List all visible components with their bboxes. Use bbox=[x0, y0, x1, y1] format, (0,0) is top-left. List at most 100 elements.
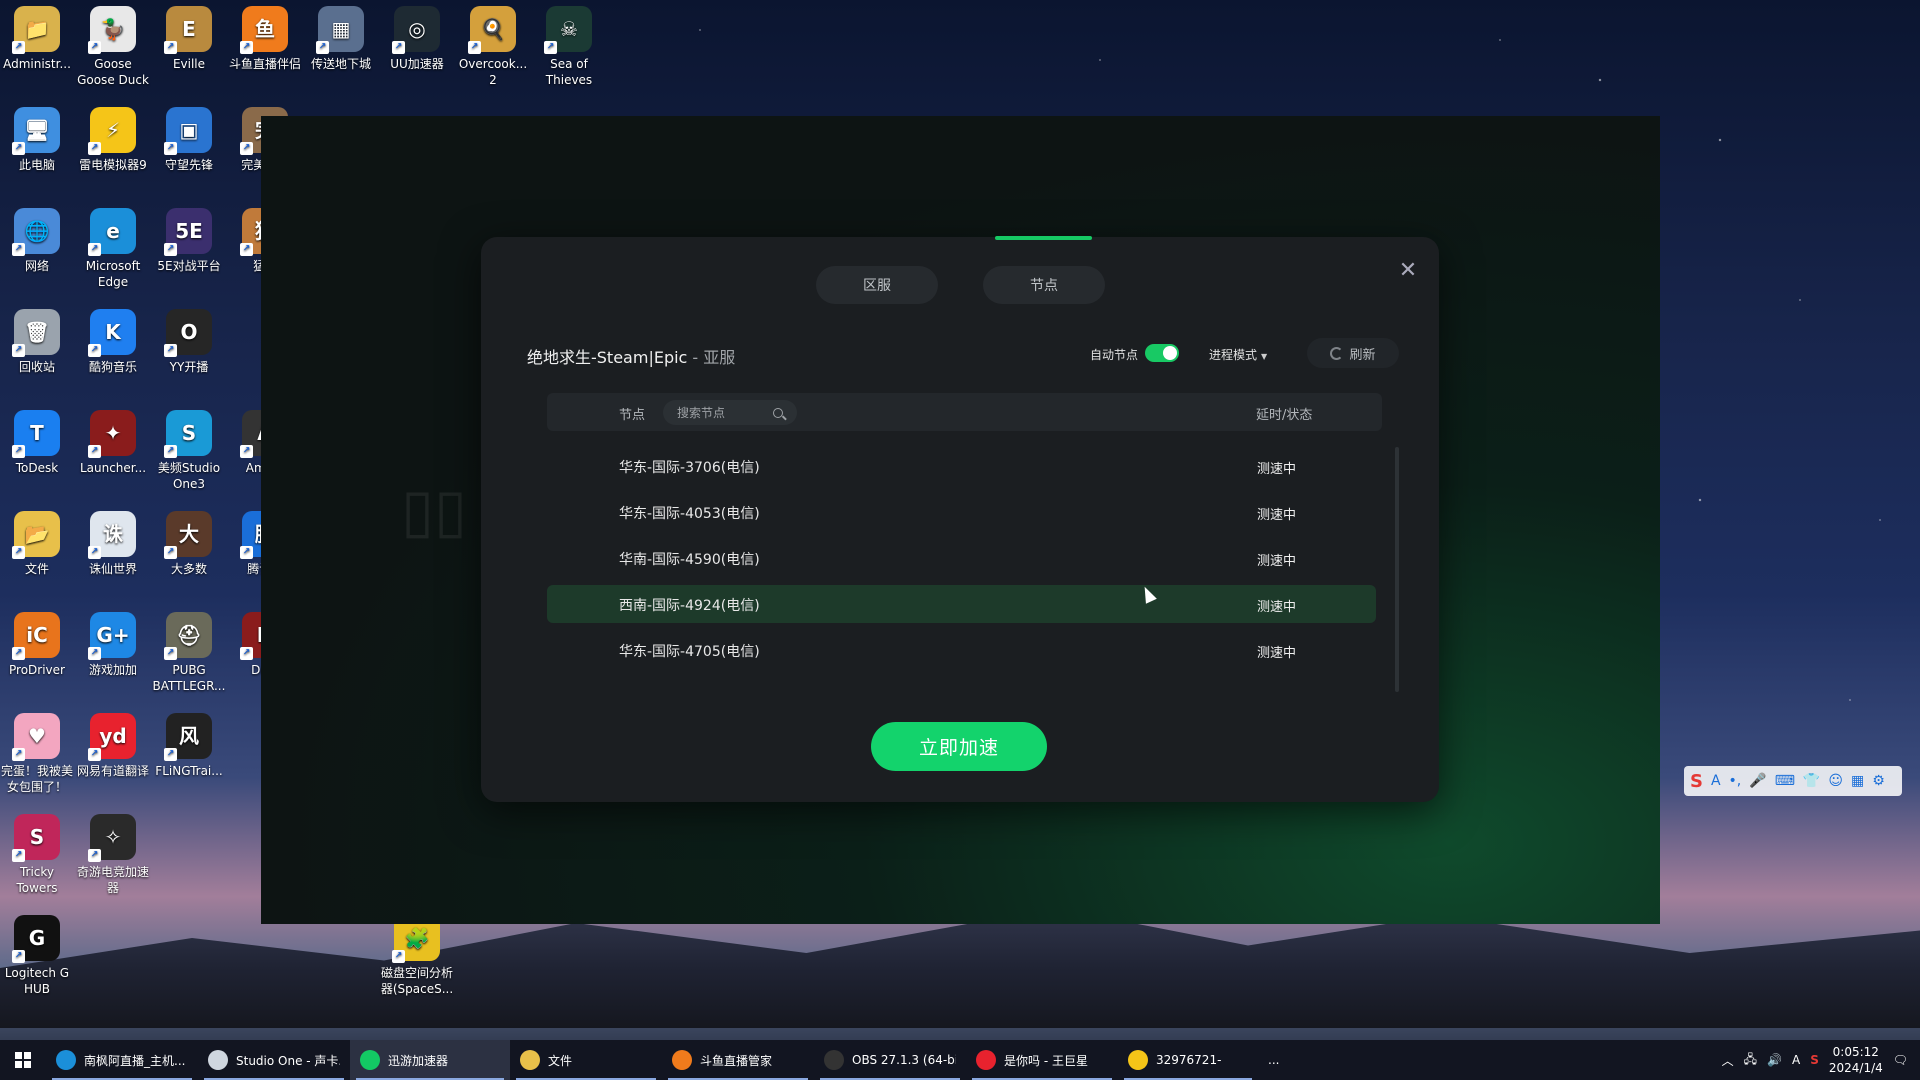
settings-icon[interactable]: ⚙ bbox=[1872, 773, 1885, 789]
desktop-icon-label: ToDesk bbox=[15, 461, 59, 475]
app-icon: ⚡ bbox=[88, 107, 136, 155]
desktop-icon[interactable]: 🍳Overcook... 2 bbox=[455, 0, 531, 88]
mode-dropdown[interactable]: 进程模式 ▼ bbox=[1209, 346, 1267, 363]
node-row[interactable]: 华东-国际-3706(电信) 测速中 bbox=[547, 447, 1376, 485]
desktop-icon[interactable]: GLogitech G HUB bbox=[0, 909, 75, 997]
taskbar-item[interactable]: Studio One - 声卡... bbox=[198, 1040, 350, 1080]
desktop-icon[interactable]: E Eville bbox=[151, 0, 227, 72]
desktop-icon[interactable]: G+ 游戏加加 bbox=[75, 606, 151, 678]
node-status: 测速中 bbox=[1257, 554, 1297, 569]
node-row[interactable]: 华东-国际-4053(电信) 测速中 bbox=[547, 493, 1376, 531]
app-icon: 5E bbox=[164, 208, 212, 256]
taskbar-overflow[interactable]: ... bbox=[1258, 1040, 1289, 1080]
taskbar-app-icon bbox=[520, 1050, 540, 1070]
taskbar: 南枫阿直播_主机... Studio One - 声卡... 迅游加速器 文件 斗鱼直播… bbox=[0, 1040, 1920, 1080]
desktop-icon[interactable]: iC ProDriver bbox=[0, 606, 75, 678]
node-status: 测速中 bbox=[1257, 646, 1297, 661]
node-name: 华东-国际-4053(电信) bbox=[619, 506, 760, 522]
taskbar-app-icon bbox=[56, 1050, 76, 1070]
search-input[interactable]: 搜索节点 bbox=[663, 400, 797, 425]
app-icon: 🦆 bbox=[88, 6, 136, 54]
app-icon: e bbox=[88, 208, 136, 256]
desktop-icon[interactable]: ◎ UU加速器 bbox=[379, 0, 455, 72]
desktop-icon[interactable]: S美频Studio One3 bbox=[151, 404, 227, 492]
microphone-icon[interactable]: 🎤 bbox=[1749, 773, 1766, 789]
desktop-icon[interactable]: O YY开播 bbox=[151, 303, 227, 375]
desktop-icon[interactable]: K 酷狗音乐 bbox=[75, 303, 151, 375]
node-row[interactable]: 华东-国际-4705(电信) 测速中 bbox=[547, 631, 1376, 669]
desktop-icon[interactable]: ▦ 传送地下城 bbox=[303, 0, 379, 72]
skin-icon[interactable]: 👕 bbox=[1803, 773, 1820, 789]
search-placeholder: 搜索节点 bbox=[677, 406, 726, 420]
desktop-icon[interactable]: 🌐 网络 bbox=[0, 202, 75, 274]
network-icon[interactable]: 🖧 bbox=[1744, 1050, 1757, 1071]
taskbar-item[interactable]: 是你吗 - 王巨星 bbox=[966, 1040, 1118, 1080]
desktop-icon[interactable]: ☠Sea of Thieves bbox=[531, 0, 607, 88]
desktop-icon[interactable]: ✧奇游电竞加速器 bbox=[75, 808, 151, 896]
desktop-icon-label: Microsoft Edge bbox=[85, 259, 141, 289]
taskbar-item[interactable]: OBS 27.1.3 (64-bi... bbox=[814, 1040, 966, 1080]
close-icon[interactable]: ✕ bbox=[1396, 258, 1420, 283]
desktop-icon[interactable]: 风 FLiNGTrai... bbox=[151, 707, 227, 779]
tab-server[interactable]: 区服 bbox=[816, 266, 938, 304]
app-icon: S bbox=[164, 410, 212, 458]
desktop-icon[interactable]: 5E 5E对战平台 bbox=[151, 202, 227, 274]
desktop-icon-label: 传送地下城 bbox=[310, 57, 371, 71]
chevron-up-icon[interactable]: ︿ bbox=[1722, 1052, 1734, 1069]
tab-node[interactable]: 节点 bbox=[983, 266, 1105, 304]
desktop-icon[interactable]: 🗑 回收站 bbox=[0, 303, 75, 375]
taskbar-app-icon bbox=[672, 1050, 692, 1070]
taskbar-item[interactable]: 文件 bbox=[510, 1040, 662, 1080]
desktop-icon-label: 诛仙世界 bbox=[88, 562, 137, 576]
auto-node-toggle[interactable] bbox=[1145, 344, 1179, 362]
emoji-icon[interactable]: ☺ bbox=[1828, 773, 1843, 789]
punctuation-icon[interactable]: •, bbox=[1729, 773, 1742, 789]
taskbar-item-label: Studio One - 声卡... bbox=[236, 1053, 340, 1068]
desktop-icon-label: Eville bbox=[172, 57, 206, 71]
desktop-icon[interactable]: 🖥 此电脑 bbox=[0, 101, 75, 173]
desktop-icon[interactable]: 📁 Administr... bbox=[0, 0, 75, 72]
desktop-icon[interactable]: 诛诛仙世界 bbox=[75, 505, 151, 577]
app-icon: ✦ bbox=[88, 410, 136, 458]
desktop-icon[interactable]: 📂 文件 bbox=[0, 505, 75, 577]
taskbar-item[interactable]: 32976721- bbox=[1118, 1040, 1258, 1080]
desktop-icon[interactable]: STricky Towers bbox=[0, 808, 75, 896]
volume-icon[interactable]: 🔊 bbox=[1767, 1053, 1782, 1067]
desktop-icon[interactable]: 鱼斗鱼直播伴侣 bbox=[227, 0, 303, 72]
ime-mode-icon[interactable]: A bbox=[1711, 773, 1721, 789]
node-row[interactable]: 西南-国际-4924(电信) 测速中 bbox=[547, 585, 1376, 623]
desktop-icon[interactable]: eMicrosoft Edge bbox=[75, 202, 151, 290]
notification-icon[interactable]: 🗨 bbox=[1893, 1053, 1908, 1067]
accelerate-button[interactable]: 立即加速 bbox=[871, 722, 1047, 771]
desktop-icon[interactable]: ♥完蛋！我被美女包围了！ bbox=[0, 707, 75, 795]
desktop-icon[interactable]: ✦ Launcher... bbox=[75, 404, 151, 476]
app-icon: yd bbox=[88, 713, 136, 761]
node-row[interactable]: 华南-国际-4590(电信) 测速中 bbox=[547, 539, 1376, 577]
desktop-icon[interactable]: ⛑PUBG BATTLEGR... bbox=[151, 606, 227, 694]
desktop-icon-label: Tricky Towers bbox=[16, 865, 58, 895]
keyboard-icon[interactable]: ⌨ bbox=[1775, 773, 1795, 789]
taskbar-item-label: 南枫阿直播_主机... bbox=[84, 1053, 186, 1068]
taskbar-item[interactable]: 南枫阿直播_主机... bbox=[46, 1040, 198, 1080]
start-button[interactable] bbox=[0, 1040, 46, 1080]
clock[interactable]: 0:05:12 2024/1/4 bbox=[1829, 1044, 1883, 1076]
sogou-tray-icon[interactable]: S bbox=[1810, 1053, 1819, 1067]
refresh-button[interactable]: 刷新 bbox=[1307, 338, 1399, 368]
sogou-logo-icon: S bbox=[1690, 770, 1703, 792]
taskbar-item[interactable]: 迅游加速器 bbox=[350, 1040, 510, 1080]
desktop-icon[interactable]: T ToDesk bbox=[0, 404, 75, 476]
search-icon bbox=[773, 407, 783, 418]
desktop-icon[interactable]: 🦆Goose Goose Duck bbox=[75, 0, 151, 88]
input-lang-icon[interactable]: A bbox=[1792, 1053, 1800, 1067]
taskbar-item[interactable]: 斗鱼直播管家 bbox=[662, 1040, 814, 1080]
desktop-icon[interactable]: ⚡ 雷电模拟器9 bbox=[75, 101, 151, 173]
app-icon: ☠ bbox=[544, 6, 592, 54]
desktop-icon[interactable]: ▣ 守望先锋 bbox=[151, 101, 227, 173]
desktop-icon-label: 斗鱼直播伴侣 bbox=[228, 57, 301, 71]
desktop-icon-label: Goose Goose Duck bbox=[77, 57, 149, 87]
toolbox-icon[interactable]: ▦ bbox=[1851, 773, 1864, 789]
ime-toolbar[interactable]: S A •, 🎤 ⌨ 👕 ☺ ▦ ⚙ bbox=[1684, 766, 1902, 796]
node-list-scrollbar[interactable] bbox=[1395, 447, 1399, 692]
desktop-icon[interactable]: yd 网易有道翻译 bbox=[75, 707, 151, 779]
desktop-icon[interactable]: 大大多数 bbox=[151, 505, 227, 577]
